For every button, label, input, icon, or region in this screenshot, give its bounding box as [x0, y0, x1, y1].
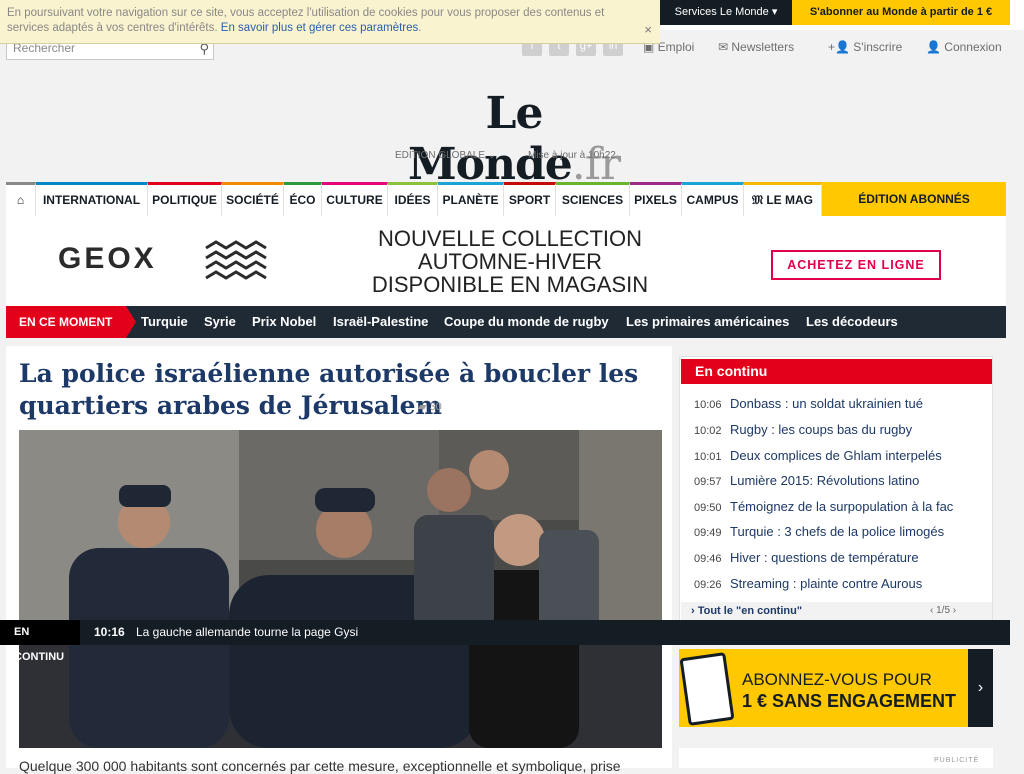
- cookie-banner: En poursuivant votre navigation sur ce s…: [0, 0, 660, 44]
- nav-item-societe[interactable]: SOCIÉTÉ: [222, 182, 284, 216]
- police-photo-illustration: [19, 430, 662, 748]
- news-item[interactable]: 10:06 Donbass : un soldat ukrainien tué: [694, 396, 984, 418]
- comment-icon: ▰: [418, 401, 430, 413]
- ad-line-3: DISPONIBLE EN MAGASIN: [371, 272, 649, 297]
- ad-line-2: AUTOMNE-HIVER: [417, 249, 603, 274]
- nav-item-eco[interactable]: ÉCO: [284, 182, 322, 216]
- moment-link-primaires[interactable]: Les primaires américaines: [626, 306, 789, 338]
- edition-selector[interactable]: EDITION GLOBALE ⌄: [395, 150, 496, 161]
- edition-abonnes-button[interactable]: ÉDITION ABONNÉS: [822, 182, 1006, 216]
- connexion-link[interactable]: 👤 Connexion: [926, 40, 1002, 54]
- moment-link-israel-palestine[interactable]: Israël-Palestine: [333, 306, 428, 338]
- subscribe-button[interactable]: S'abonner au Monde à partir de 1 €: [792, 0, 1010, 25]
- ad-line-1: NOUVELLE COLLECTION: [377, 226, 643, 251]
- inscrire-link[interactable]: +👤 S'inscrire: [828, 40, 902, 54]
- nav-item-culture[interactable]: CULTURE: [322, 182, 388, 216]
- ad-text: NOUVELLE COLLECTION AUTOMNE-HIVER DISPON…: [340, 227, 680, 296]
- nav-item-idees[interactable]: IDÉES: [388, 182, 438, 216]
- moment-link-prix-nobel[interactable]: Prix Nobel: [252, 306, 316, 338]
- en-continu-title[interactable]: En continu: [681, 359, 992, 384]
- news-item[interactable]: 09:46 Hiver : questions de température: [694, 550, 984, 572]
- phone-icon: [679, 652, 735, 726]
- nav-item-sport[interactable]: SPORT: [504, 182, 556, 216]
- comment-count[interactable]: ▰ 30: [418, 400, 442, 413]
- nav-item-international[interactable]: INTERNATIONAL: [36, 182, 148, 216]
- moment-link-turquie[interactable]: Turquie: [141, 306, 188, 338]
- add-user-icon: +👤: [828, 40, 854, 54]
- ticker-time: 10:16: [94, 625, 125, 639]
- news-item[interactable]: 09:57 Lumière 2015: Révolutions latino: [694, 473, 984, 495]
- arrow-right-icon: [126, 306, 136, 338]
- home-icon[interactable]: ⌂: [6, 182, 36, 216]
- geox-logo[interactable]: GEOX: [58, 242, 157, 276]
- en-ce-moment-label: EN CE MOMENT: [6, 306, 126, 338]
- article-headline[interactable]: La police israélienne autorisée à boucle…: [19, 358, 639, 422]
- user-icon: 👤: [926, 40, 945, 54]
- moment-link-syrie[interactable]: Syrie: [204, 306, 236, 338]
- news-item[interactable]: 10:02 Rugby : les coups bas du rugby: [694, 422, 984, 444]
- nav-item-planete[interactable]: PLANÈTE: [438, 182, 504, 216]
- nav-item-campus[interactable]: CAMPUS: [682, 182, 744, 216]
- ticker-bar[interactable]: EN CONTINU 10:16 La gauche allemande tou…: [0, 620, 1010, 663]
- article-photo[interactable]: [19, 430, 662, 748]
- en-continu-pager[interactable]: ‹ 1/5 ›: [930, 605, 956, 616]
- ticker-label: EN CONTINU: [0, 620, 80, 663]
- news-item[interactable]: 09:26 Streaming : plainte contre Aurous: [694, 576, 984, 598]
- moment-link-rugby[interactable]: Coupe du monde de rugby: [444, 306, 609, 338]
- moment-link-decodeurs[interactable]: Les décodeurs: [806, 306, 898, 338]
- chevron-right-icon[interactable]: ›: [968, 649, 993, 727]
- nav-item-pixels[interactable]: PIXELS: [630, 182, 682, 216]
- newsletters-link[interactable]: ✉ Newsletters: [718, 40, 794, 54]
- nav-item-sciences[interactable]: SCIENCES: [556, 182, 630, 216]
- cookie-settings-link[interactable]: En savoir plus et gérer ces paramètres: [221, 22, 419, 34]
- geox-pattern-icon: [205, 240, 267, 280]
- envelope-icon: ✉: [718, 40, 732, 54]
- update-time: Mise à jour à 10h22: [528, 150, 616, 161]
- ticker-headline[interactable]: La gauche allemande tourne la page Gysi: [136, 620, 358, 645]
- promo-line-1: ABONNEZ-VOUS POUR: [742, 670, 932, 689]
- ad-buy-online-button[interactable]: ACHETEZ EN LIGNE: [771, 250, 941, 280]
- nav-item-le-mag[interactable]: 𝔐 LE MAG: [744, 182, 822, 216]
- article-lead: Quelque 300 000 habitants sont concernés…: [19, 758, 621, 774]
- logo-text: Le Monde: [407, 88, 573, 190]
- nav-item-politique[interactable]: POLITIQUE: [148, 182, 222, 216]
- news-item[interactable]: 09:50 Témoignez de la surpopulation à la …: [694, 499, 984, 521]
- ad-slot-label: PUBLICITÉ: [934, 757, 980, 764]
- services-menu-button[interactable]: Services Le Monde ▾: [660, 0, 792, 25]
- news-item[interactable]: 09:49 Turquie : 3 chefs de la police limo…: [694, 524, 984, 546]
- promo-line-2: 1 € SANS ENGAGEMENT: [742, 691, 957, 711]
- news-item[interactable]: 10:01 Deux complices de Ghlam interpelés: [694, 448, 984, 470]
- site-logo[interactable]: Le Monde.fr: [384, 88, 644, 190]
- close-icon[interactable]: ×: [644, 22, 652, 37]
